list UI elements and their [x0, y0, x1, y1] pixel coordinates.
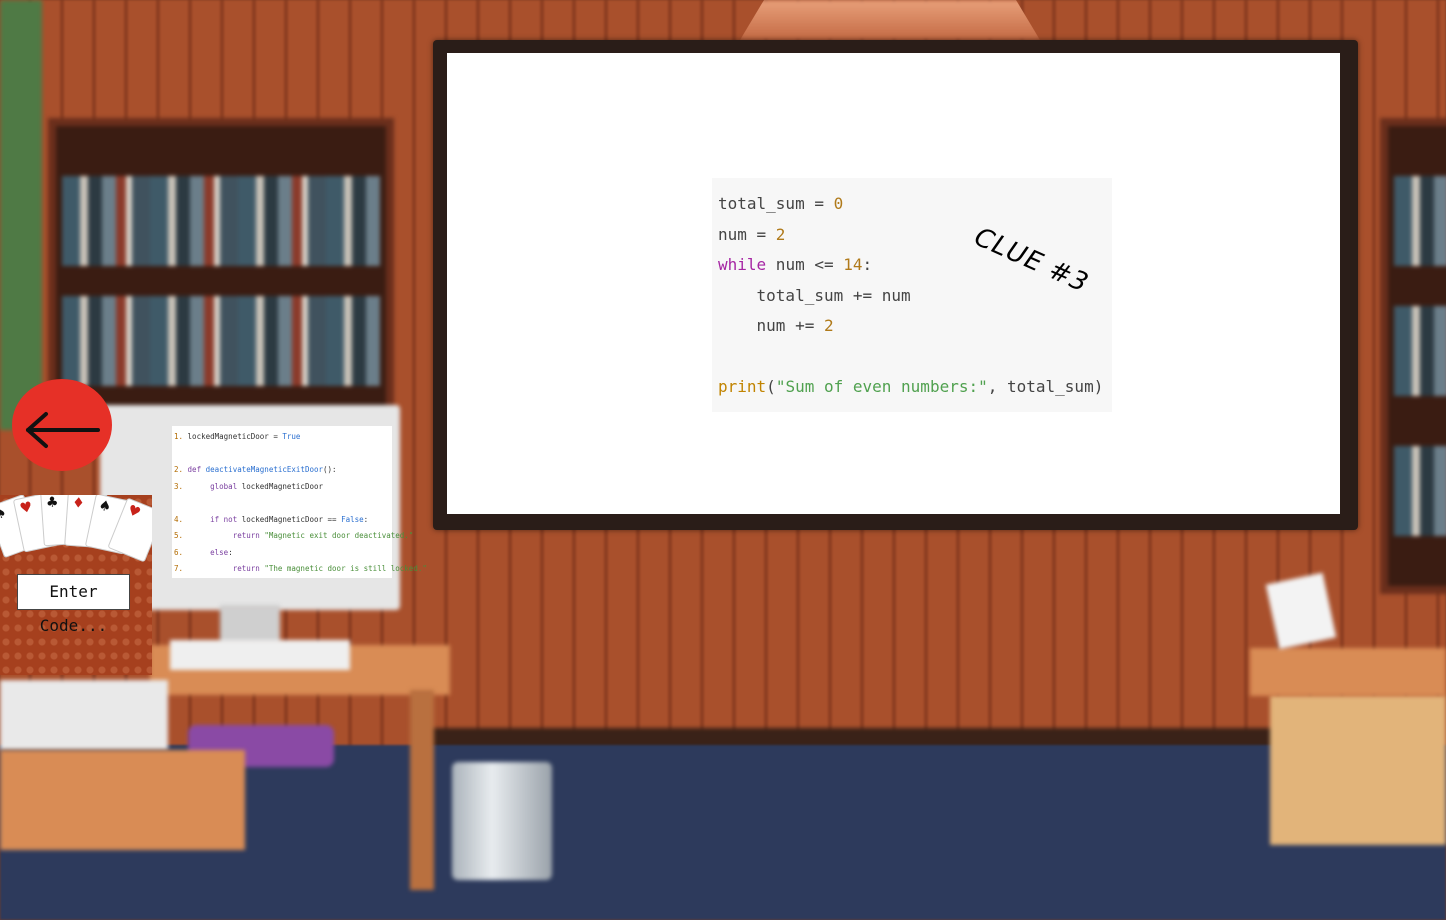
right-drawer-cabinet[interactable]	[1270, 695, 1446, 845]
clue-code-line: 5. return "Magnetic exit door deactivate…	[174, 531, 413, 540]
card-suit-icon: ♣	[45, 495, 60, 512]
desk-leg	[410, 690, 434, 890]
clue-code-token: ():	[323, 465, 337, 474]
code-token: print	[718, 377, 767, 396]
clue-code-token: 4.	[174, 514, 188, 524]
clue-code-token: 2.	[174, 465, 188, 474]
enter-code-button[interactable]: Enter Code...	[17, 574, 130, 635]
code-token: 2	[775, 224, 786, 244]
clue-code-line: 3. global lockedMagneticDoor	[174, 482, 323, 491]
clue-code-token: "The magnetic door is still locked."	[264, 564, 427, 573]
card-suit-icon: ♠	[0, 504, 9, 524]
clue-code-token: "Magnetic exit door deactivated."	[264, 531, 414, 540]
code-token: total_sum =	[718, 194, 834, 213]
green-curtain	[0, 0, 42, 430]
code-token: num <=	[766, 255, 844, 274]
clue-code-token: return	[232, 531, 265, 540]
clue-code-token: 7.	[174, 564, 188, 573]
code-token: 14	[843, 255, 863, 274]
clue-code-token: :	[363, 514, 369, 524]
clue-code-token: global	[210, 481, 242, 491]
book-row	[1394, 176, 1446, 266]
clue-code-token: False	[341, 514, 364, 524]
code-token: while	[718, 255, 767, 274]
card-suit-icon: ♥	[125, 502, 143, 522]
clue-code-token: def	[187, 465, 206, 474]
code-token: 2	[823, 316, 834, 335]
clue-code-line: 1. lockedMagneticDoor = True	[174, 432, 300, 441]
clue-code-token: return	[232, 564, 265, 573]
clue-code-line: 2. def deactivateMagneticExitDoor():	[174, 465, 337, 474]
clue-code-token: lockedMagneticDoor	[241, 481, 324, 491]
clue-code-line: 6. else:	[174, 548, 233, 557]
code-token: total_sum += num	[718, 285, 911, 305]
clue-code-token: else	[210, 547, 229, 557]
clue-code-token: True	[282, 432, 301, 441]
clue-code-token: 1.	[174, 432, 188, 441]
code-line: while num <= 14:	[718, 255, 872, 274]
back-button[interactable]	[12, 379, 112, 471]
code-token: 0	[833, 194, 844, 213]
code-line: total_sum += num	[718, 286, 911, 305]
clue-code-token: lockedMagneticDoor =	[187, 432, 283, 441]
clue-code-token	[188, 548, 211, 557]
code-token: , total_sum)	[987, 377, 1104, 396]
clue-code-token	[188, 482, 211, 491]
card-suit-icon: ♥	[18, 499, 34, 518]
right-desk-top	[1250, 648, 1446, 696]
clue-code-line: 4. if not lockedMagneticDoor == False:	[174, 515, 368, 524]
left-monitor	[0, 680, 168, 750]
clue-code-token	[188, 515, 211, 524]
card-suit-icon: ♠	[96, 497, 113, 516]
right-bookshelf	[1380, 118, 1446, 594]
clue-code-token: 6.	[174, 547, 188, 557]
code-line: print("Sum of even numbers:", total_sum)	[718, 377, 1103, 396]
card-suit-icon: ♦	[71, 495, 86, 512]
ceiling-lamp	[740, 0, 1040, 40]
computer-code-clue[interactable]: 1. lockedMagneticDoor = True 2. def deact…	[172, 426, 427, 578]
code-token: num =	[718, 224, 776, 244]
keyboard	[170, 640, 350, 670]
book-row	[62, 296, 380, 386]
code-token: (	[766, 377, 776, 396]
code-token: num +=	[718, 316, 824, 335]
code-token: :	[862, 255, 873, 274]
book-row	[62, 176, 380, 266]
escape-room-scene: total_sum = 0 num = 2 while num <= 14: tot…	[0, 0, 1446, 920]
left-side-desk	[0, 750, 245, 850]
monitor-stand	[220, 605, 280, 645]
clue-code-token: lockedMagneticDoor ==	[241, 514, 342, 524]
clue-code-token: if not	[210, 514, 242, 524]
clue-code-token: 3.	[174, 481, 188, 491]
clue-code-token: deactivateMagneticExitDoor	[205, 465, 324, 474]
clue-code-line: 7. return "The magnetic door is still lo…	[174, 564, 427, 573]
clue-code-token: 5.	[174, 531, 188, 540]
code-line: total_sum = 0	[718, 194, 843, 213]
clue-code-token	[188, 564, 233, 573]
code-token: "Sum of even numbers:"	[775, 377, 988, 396]
code-line: num = 2	[718, 225, 785, 244]
trash-can[interactable]	[452, 762, 552, 880]
clue-code-token: :	[228, 547, 233, 557]
left-arrow-icon	[26, 412, 100, 448]
book-row	[1394, 306, 1446, 396]
clue-code-panel: total_sum = 0 num = 2 while num <= 14: tot…	[712, 178, 1112, 412]
clue-code-token	[188, 531, 233, 540]
code-line: num += 2	[718, 316, 834, 335]
book-row	[1394, 446, 1446, 536]
